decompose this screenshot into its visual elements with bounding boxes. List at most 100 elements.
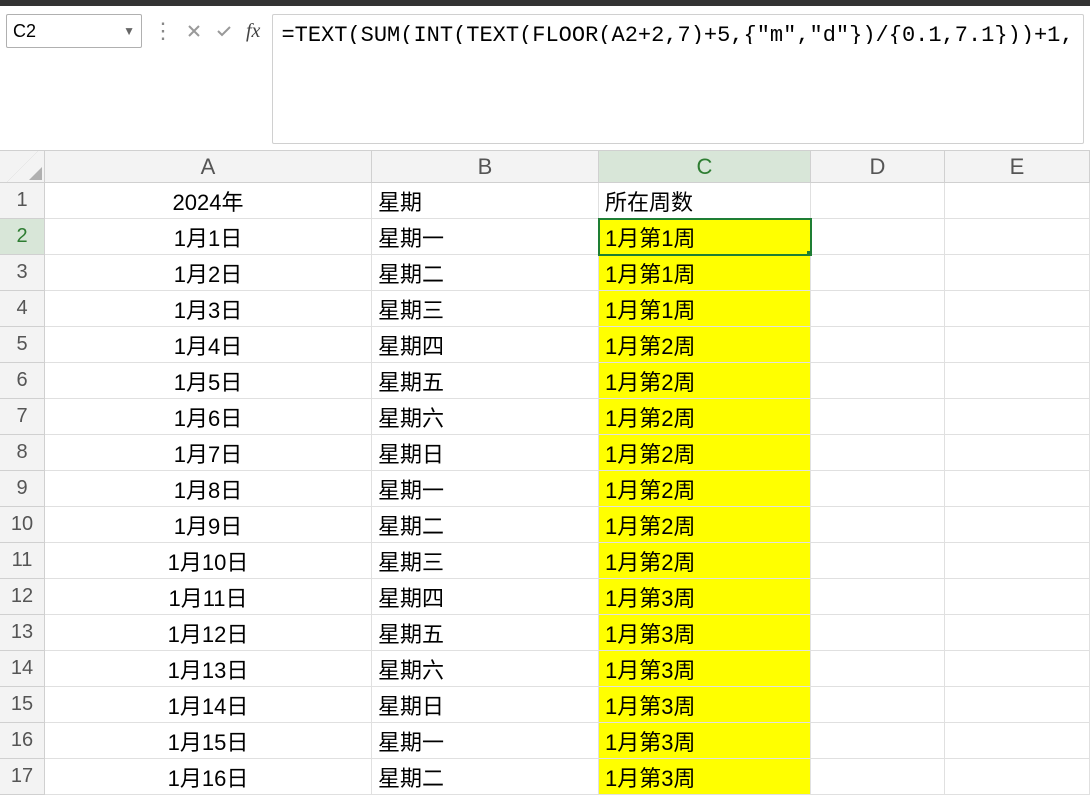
cell[interactable] [811,291,945,327]
cell[interactable]: 1月8日 [45,471,372,507]
cell[interactable]: 1月15日 [45,723,372,759]
cell[interactable] [945,543,1090,579]
cell[interactable]: 1月9日 [45,507,372,543]
cell[interactable]: 星期三 [372,291,599,327]
row-header[interactable]: 6 [0,363,45,399]
cell[interactable]: 1月第2周 [599,327,811,363]
cell[interactable]: 1月第3周 [599,615,811,651]
cell[interactable] [811,471,945,507]
cell[interactable]: 星期五 [372,615,599,651]
cell[interactable]: 星期五 [372,363,599,399]
row-header[interactable]: 14 [0,651,45,687]
cell[interactable] [811,615,945,651]
cell[interactable]: 1月第3周 [599,723,811,759]
cell[interactable] [811,651,945,687]
cell[interactable] [811,759,945,795]
name-box-input[interactable] [13,21,119,42]
row-header[interactable]: 11 [0,543,45,579]
cell[interactable]: 1月4日 [45,327,372,363]
cell[interactable]: 星期日 [372,435,599,471]
cell[interactable]: 星期三 [372,543,599,579]
cell[interactable] [945,291,1090,327]
cell[interactable]: 1月第2周 [599,543,811,579]
cell[interactable] [811,255,945,291]
cell[interactable] [945,579,1090,615]
cell[interactable]: 1月6日 [45,399,372,435]
cell[interactable]: 星期二 [372,255,599,291]
row-header[interactable]: 3 [0,255,45,291]
cell[interactable] [811,327,945,363]
row-header[interactable]: 8 [0,435,45,471]
cell[interactable] [811,507,945,543]
cell[interactable] [945,651,1090,687]
cell[interactable] [811,183,945,219]
cell[interactable] [945,759,1090,795]
cell[interactable]: 1月第1周 [599,291,811,327]
cell[interactable]: 1月13日 [45,651,372,687]
cell[interactable] [945,723,1090,759]
cell[interactable]: 1月第2周 [599,435,811,471]
cell[interactable]: 星期四 [372,327,599,363]
cancel-formula-button[interactable] [182,19,206,43]
cell[interactable] [811,723,945,759]
cell[interactable] [945,219,1090,255]
cell[interactable]: 星期 [372,183,599,219]
cell[interactable] [945,615,1090,651]
confirm-formula-button[interactable] [212,19,236,43]
cell[interactable]: 2024年 [45,183,372,219]
cell[interactable]: 星期四 [372,579,599,615]
row-header[interactable]: 9 [0,471,45,507]
cell[interactable] [811,579,945,615]
row-header[interactable]: 5 [0,327,45,363]
row-header[interactable]: 7 [0,399,45,435]
column-header-b[interactable]: B [372,151,599,183]
cell[interactable]: 星期二 [372,507,599,543]
cell[interactable]: 所在周数 [599,183,811,219]
cell[interactable]: 1月14日 [45,687,372,723]
cell[interactable] [945,399,1090,435]
row-header[interactable]: 12 [0,579,45,615]
row-header[interactable]: 15 [0,687,45,723]
cell[interactable]: 1月11日 [45,579,372,615]
chevron-down-icon[interactable]: ▼ [119,24,135,38]
cell[interactable]: 星期一 [372,723,599,759]
name-box[interactable]: ▼ [6,14,142,48]
cell[interactable]: 1月10日 [45,543,372,579]
cell[interactable]: 1月第3周 [599,579,811,615]
cell[interactable]: 1月16日 [45,759,372,795]
row-header[interactable]: 4 [0,291,45,327]
cell[interactable] [945,471,1090,507]
cell[interactable]: 1月第2周 [599,471,811,507]
row-header[interactable]: 17 [0,759,45,795]
row-header[interactable]: 1 [0,183,45,219]
cell[interactable] [945,687,1090,723]
cell[interactable]: 星期二 [372,759,599,795]
cell[interactable]: 1月第1周 [599,255,811,291]
cell[interactable]: 星期六 [372,399,599,435]
column-header-a[interactable]: A [45,151,372,183]
column-header-e[interactable]: E [945,151,1090,183]
cell[interactable]: 1月第3周 [599,759,811,795]
cell[interactable]: 1月7日 [45,435,372,471]
cell[interactable]: 星期一 [372,471,599,507]
row-header[interactable]: 16 [0,723,45,759]
cell[interactable]: 1月第1周 [599,219,811,255]
cell[interactable] [945,507,1090,543]
cell[interactable]: 星期日 [372,687,599,723]
cell[interactable]: 星期六 [372,651,599,687]
cell[interactable]: 1月第3周 [599,651,811,687]
cell[interactable] [945,363,1090,399]
cell[interactable] [811,435,945,471]
column-header-d[interactable]: D [811,151,945,183]
cell[interactable]: 1月12日 [45,615,372,651]
cell[interactable]: 1月第2周 [599,363,811,399]
cell[interactable]: 1月3日 [45,291,372,327]
cell[interactable]: 1月第2周 [599,507,811,543]
cell[interactable]: 1月第2周 [599,399,811,435]
column-header-c[interactable]: C [599,151,811,183]
cell[interactable]: 星期一 [372,219,599,255]
cell[interactable] [945,327,1090,363]
select-all-corner[interactable] [0,151,45,183]
cell[interactable]: 1月第3周 [599,687,811,723]
cell[interactable]: 1月2日 [45,255,372,291]
